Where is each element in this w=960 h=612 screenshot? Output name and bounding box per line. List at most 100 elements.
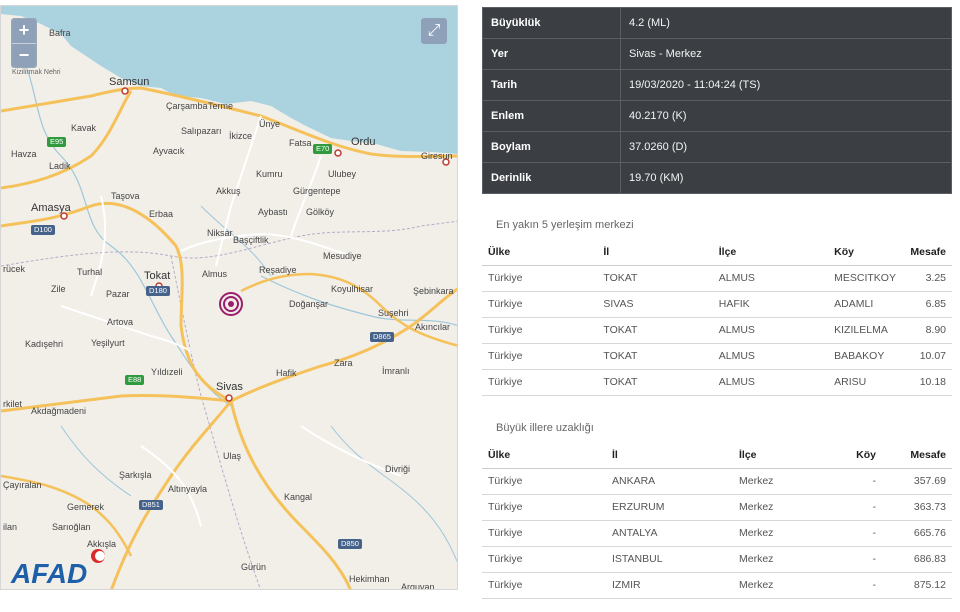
table-cell: Türkiye — [482, 369, 598, 396]
table-cell: 8.90 — [901, 317, 952, 344]
info-key: Yer — [482, 38, 621, 70]
table-cell: 875.12 — [882, 572, 952, 599]
epicenter-marker[interactable] — [218, 291, 244, 317]
table-cell: ALMUS — [712, 343, 829, 370]
earthquake-map[interactable]: + − Kizilirmak Nehri ⤢ Bafra Samsun Çarş… — [0, 5, 458, 590]
place-label: Niksar — [207, 228, 233, 238]
road-shield: E88 — [125, 375, 145, 385]
place-label: Akıncılar — [415, 322, 451, 332]
place-label: Bafra — [49, 28, 71, 38]
table-row: Türkiye TOKAT ALMUS MESCITKOY 3.25 — [482, 265, 952, 292]
road-shield: D100 — [31, 225, 55, 235]
place-label: Samsun — [109, 76, 150, 88]
table-cell: TOKAT — [597, 343, 713, 370]
column-header: Ülke — [482, 442, 606, 469]
column-header: Köy — [828, 239, 902, 266]
table-cell: - — [825, 572, 882, 599]
column-header: Mesafe — [882, 442, 952, 469]
zoom-out-button[interactable]: − — [12, 43, 36, 67]
flag-icon — [91, 549, 105, 563]
table-row: Türkiye ANKARA Merkez -357.69 — [482, 468, 952, 495]
table-cell: IZMIR — [606, 572, 733, 599]
place-label: İmranlı — [382, 366, 410, 376]
place-label: Fatsa — [289, 138, 312, 148]
road-shield: E95 — [47, 137, 67, 147]
place-label: Doğanşar — [289, 299, 329, 309]
table-cell: TOKAT — [597, 317, 713, 344]
place-label: Ordu — [351, 136, 376, 148]
info-row: Tarih 19/03/2020 - 11:04:24 (TS) — [482, 69, 952, 101]
table-row: Türkiye ANTALYA Merkez -665.76 — [482, 520, 952, 547]
table-cell: - — [825, 468, 882, 495]
place-label: Şarkışla — [119, 470, 152, 480]
place-label: Sarıoğlan — [52, 522, 91, 532]
table-cell: - — [825, 520, 882, 547]
place-label: Kadışehri — [25, 339, 64, 349]
road-shield: E70 — [313, 144, 333, 154]
table-cell: Türkiye — [482, 546, 606, 573]
table-cell: Türkiye — [482, 317, 598, 344]
place-label: Gürgentepe — [293, 186, 341, 196]
column-header: Köy — [825, 442, 882, 469]
table-cell: ANTALYA — [606, 520, 733, 547]
table-cell: ADAMLI — [828, 291, 902, 318]
table-cell: - — [825, 546, 882, 573]
table-cell: Türkiye — [482, 291, 598, 318]
table-cell: Türkiye — [482, 520, 606, 547]
table-row: Türkiye ERZURUM Merkez -363.73 — [482, 494, 952, 521]
table-row: Türkiye ISTANBUL Merkez -686.83 — [482, 546, 952, 573]
table-cell: Türkiye — [482, 343, 598, 370]
column-header: Ülke — [482, 239, 598, 266]
zoom-in-button[interactable]: + — [12, 19, 36, 43]
info-row: Yer Sivas - Merkez — [482, 38, 952, 70]
afad-logo: AFAD — [11, 558, 88, 589]
place-label: Reşadiye — [259, 265, 297, 275]
earthquake-info-table: Büyüklük 4.2 (ML) Yer Sivas - Merkez Tarih 19… — [482, 7, 952, 194]
table-row: Türkiye TOKAT ALMUS BABAKOY 10.07 — [482, 343, 952, 370]
place-label: Divriği — [385, 464, 411, 474]
info-value: 37.0260 (D) — [620, 131, 952, 163]
place-label: Mesudiye — [323, 251, 362, 261]
nearest-section-title: En yakın 5 yerleşim merkezi — [496, 219, 634, 231]
place-label: Turhal — [77, 267, 103, 277]
place-label: Zara — [334, 358, 353, 368]
table-cell: SIVAS — [597, 291, 713, 318]
place-label: Kangal — [284, 492, 313, 502]
place-label: Ulubey — [328, 169, 357, 179]
place-label: Kavak — [71, 123, 97, 133]
table-cell: ARISU — [828, 369, 902, 396]
table-row: Türkiye TOKAT ALMUS KIZILELMA 8.90 — [482, 317, 952, 344]
info-value: 19/03/2020 - 11:04:24 (TS) — [620, 69, 952, 101]
nearest-settlements-table: Ülke İl İlçe Köy Mesafe Türkiye TOKAT ALMUS MES… — [482, 239, 952, 396]
table-cell: 665.76 — [882, 520, 952, 547]
place-label: Hafik — [276, 368, 297, 378]
river-label: Kizilirmak Nehri — [12, 69, 61, 76]
fullscreen-button[interactable]: ⤢ — [421, 18, 447, 44]
table-cell: - — [825, 494, 882, 521]
place-label: Erbaa — [149, 209, 174, 219]
table-cell: Türkiye — [482, 494, 606, 521]
place-label: Sivas — [216, 381, 243, 393]
column-header: İl — [597, 239, 713, 266]
place-label: Altınyayla — [168, 484, 208, 494]
zoom-control: + − — [11, 18, 37, 68]
table-cell: ALMUS — [712, 317, 829, 344]
column-header: İl — [606, 442, 733, 469]
place-label: Akdağmadeni — [31, 406, 87, 416]
info-value: 19.70 (KM) — [620, 162, 952, 194]
place-label: Gemerek — [67, 502, 105, 512]
place-label: Gürün — [241, 562, 267, 572]
road-shield: D180 — [146, 286, 170, 296]
table-cell: Merkez — [733, 494, 825, 521]
table-row: Türkiye TOKAT ALMUS ARISU 10.18 — [482, 369, 952, 396]
info-value: 4.2 (ML) — [620, 7, 952, 39]
place-label: Pazar — [106, 289, 130, 299]
place-label: Tokat — [144, 270, 171, 282]
table-cell: BABAKOY — [828, 343, 902, 370]
info-value: 40.2170 (K) — [620, 100, 952, 132]
place-label: Yeşilyurt — [91, 338, 125, 348]
table-cell: ISTANBUL — [606, 546, 733, 573]
table-cell: 3.25 — [901, 265, 952, 292]
place-label: Ladik — [49, 161, 71, 171]
place-label: Başçiftlik — [233, 235, 269, 245]
